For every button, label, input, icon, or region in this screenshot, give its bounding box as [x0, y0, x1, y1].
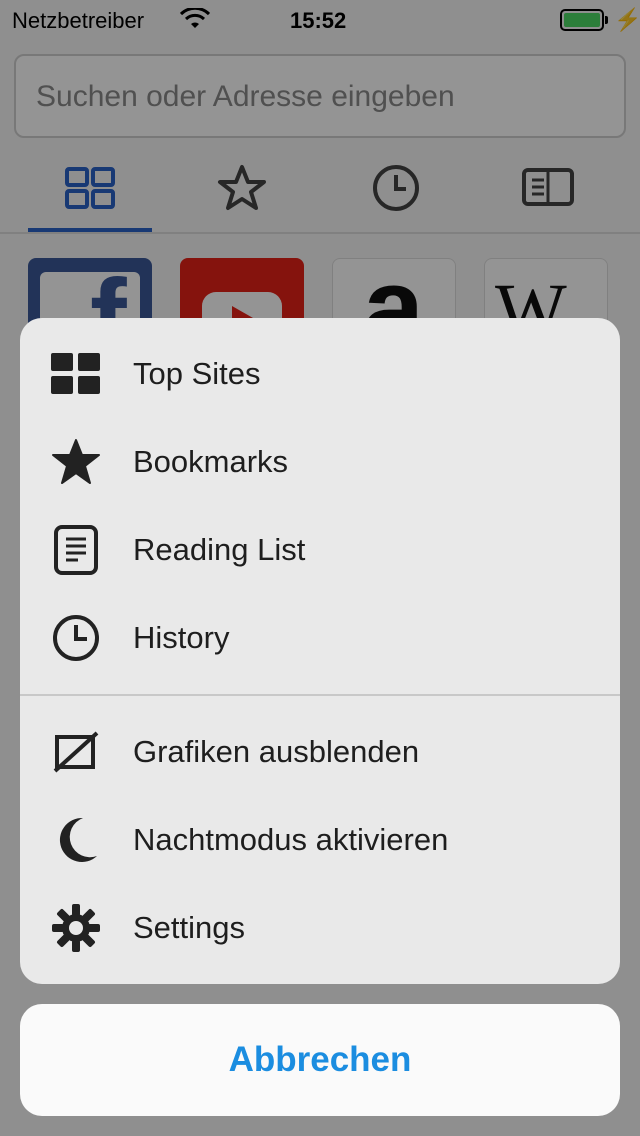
menu-item-label: History	[133, 620, 230, 655]
moon-icon	[50, 816, 102, 864]
hide-images-icon	[50, 728, 102, 776]
menu-item-history[interactable]: History	[20, 594, 620, 682]
menu-item-bookmarks[interactable]: Bookmarks	[20, 418, 620, 506]
menu-item-night-mode[interactable]: Nachtmodus aktivieren	[20, 796, 620, 884]
menu-item-label: Settings	[133, 910, 246, 945]
divider	[20, 694, 620, 696]
menu-item-label: Nachtmodus aktivieren	[133, 822, 449, 857]
menu-item-label: Grafiken ausblenden	[133, 734, 420, 769]
menu-item-label: Bookmarks	[133, 444, 289, 479]
menu-item-settings[interactable]: Settings	[20, 884, 620, 972]
star-icon	[50, 438, 102, 486]
menu-item-hide-images[interactable]: Grafiken ausblenden	[20, 708, 620, 796]
cancel-button[interactable]: Abbrechen	[20, 1004, 620, 1116]
menu-item-label: Top Sites	[133, 356, 261, 391]
reading-list-icon	[50, 525, 102, 575]
menu-item-top-sites[interactable]: Top Sites	[20, 330, 620, 418]
gear-icon	[50, 904, 102, 952]
menu-item-reading-list[interactable]: Reading List	[20, 506, 620, 594]
menu-item-label: Reading List	[133, 532, 306, 567]
clock-icon	[50, 614, 102, 662]
action-sheet: Top Sites Bookmarks Reading List History	[20, 318, 620, 984]
grid-icon	[50, 350, 102, 398]
